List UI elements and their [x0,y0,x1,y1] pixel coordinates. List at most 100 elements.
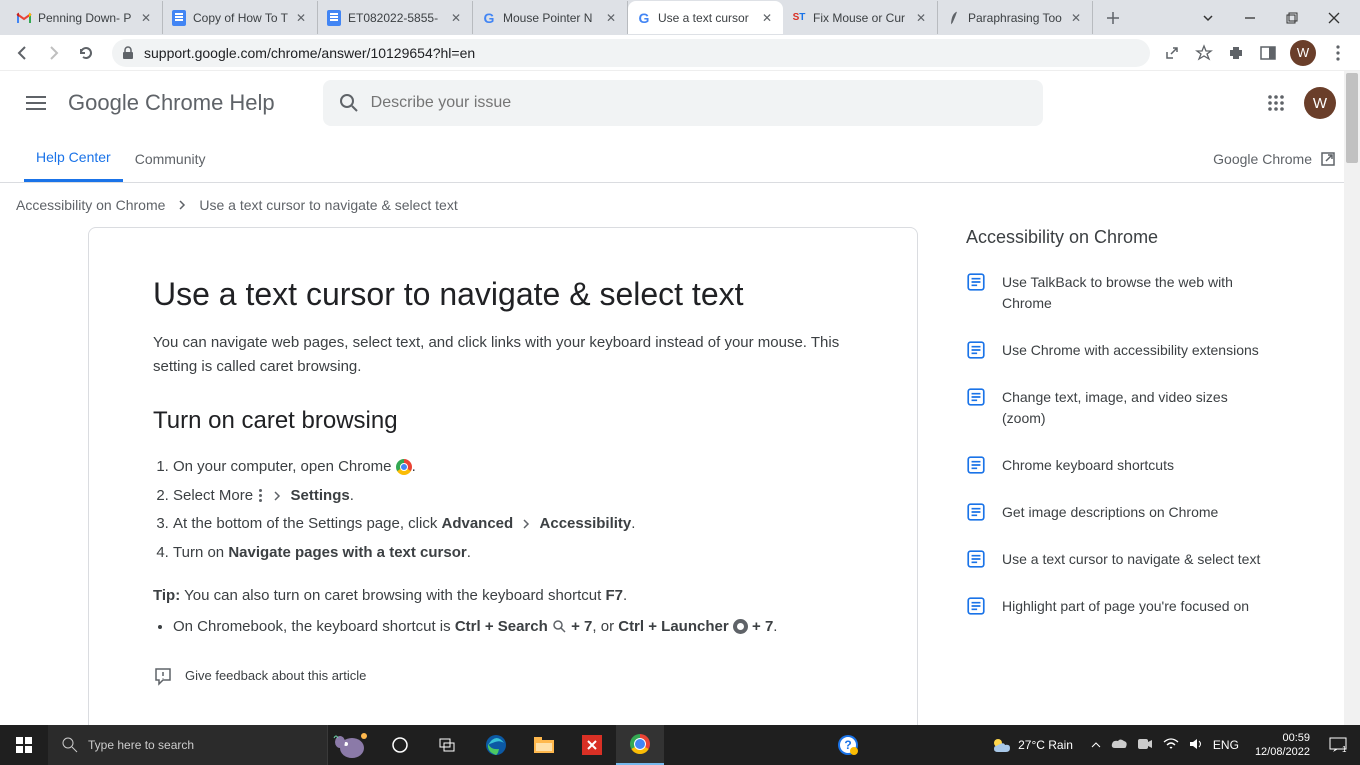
article-intro: You can navigate web pages, select text,… [153,331,853,379]
close-icon[interactable]: ✕ [448,10,464,26]
nav-community[interactable]: Community [123,135,218,182]
tab-strip: Penning Down- P ✕ Copy of How To T ✕ ET0… [0,0,1360,35]
tab-docs-1[interactable]: Copy of How To T ✕ [163,1,318,34]
sidebar-item[interactable]: Chrome keyboard shortcuts [966,455,1266,476]
search-icon [339,93,359,113]
task-view-button[interactable] [424,725,472,765]
browser-toolbar: support.google.com/chrome/answer/1012965… [0,35,1360,71]
notifications-icon[interactable]: 1 [1326,733,1350,757]
close-icon[interactable]: ✕ [293,10,309,26]
avatar-letter: W [1297,45,1309,60]
taskbar-search[interactable]: Type here to search [48,725,328,765]
app-header: Google Chrome Help W [0,71,1360,135]
tab-title: Paraphrasing Too [968,11,1064,25]
tab-google[interactable]: G Mouse Pointer N ✕ [473,1,628,34]
article-icon [966,455,986,475]
search-key-icon [552,619,567,634]
weather-widget[interactable]: 27°C Rain [990,734,1073,756]
close-icon[interactable]: ✕ [1068,10,1084,26]
reload-button[interactable] [72,39,100,67]
step-4: Turn on Navigate pages with a text curso… [173,539,853,568]
docs-icon [326,10,342,26]
explorer-icon[interactable] [520,725,568,765]
tip: Tip: You can also turn on caret browsing… [153,583,853,609]
feedback-link[interactable]: Give feedback about this article [153,666,853,686]
minimize-button[interactable] [1238,6,1262,30]
product-link[interactable]: Google Chrome [1213,151,1336,167]
avatar[interactable]: W [1290,40,1316,66]
tab-support[interactable]: G Use a text cursor ✕ [628,1,783,34]
article-icon [966,596,986,616]
tab-docs-2[interactable]: ET082022-5855- ✕ [318,1,473,34]
bookmark-icon[interactable] [1194,43,1214,63]
st-icon: ST [791,10,807,26]
task-view-icon[interactable] [376,725,424,765]
tab-paraphrase[interactable]: Paraphrasing Too ✕ [938,1,1093,34]
tab-title: Penning Down- P [38,11,134,25]
help-icon[interactable]: ? [824,725,872,765]
app-icon[interactable] [568,725,616,765]
article: Use a text cursor to navigate & select t… [88,227,918,725]
volume-icon[interactable] [1189,738,1203,753]
sidebar-item[interactable]: Highlight part of page you're focused on [966,596,1266,617]
time: 00:59 [1255,731,1310,745]
sidebar-item[interactable]: Use TalkBack to browse the web with Chro… [966,272,1266,314]
article-icon [966,387,986,407]
hamburger-icon[interactable] [24,91,48,115]
google-icon: G [636,10,652,26]
address-bar[interactable]: support.google.com/chrome/answer/1012965… [112,39,1150,67]
tab-st[interactable]: ST Fix Mouse or Cur ✕ [783,1,938,34]
task-illustration[interactable] [328,725,376,765]
docs-icon [171,10,187,26]
maximize-button[interactable] [1280,6,1304,30]
onedrive-icon[interactable] [1111,738,1127,753]
sidebar-item[interactable]: Use a text cursor to navigate & select t… [966,549,1266,570]
close-window-button[interactable] [1322,6,1346,30]
sidebar-item-label: Change text, image, and video sizes (zoo… [1002,387,1266,429]
close-icon[interactable]: ✕ [759,10,775,26]
sidebar-item[interactable]: Change text, image, and video sizes (zoo… [966,387,1266,429]
edge-icon[interactable] [472,725,520,765]
close-icon[interactable]: ✕ [603,10,619,26]
nav-help-center[interactable]: Help Center [24,135,123,182]
back-button[interactable] [8,39,36,67]
search-input[interactable] [371,94,1027,112]
weather-text: 27°C Rain [1018,738,1073,752]
new-tab-button[interactable] [1099,4,1127,32]
extensions-icon[interactable] [1226,43,1246,63]
search-box[interactable] [323,80,1043,126]
forward-button[interactable] [40,39,68,67]
scrollbar[interactable] [1344,71,1360,725]
chevron-down-icon[interactable] [1196,6,1220,30]
sidebar-item[interactable]: Use Chrome with accessibility extensions [966,340,1266,361]
step-3: At the bottom of the Settings page, clic… [173,510,853,539]
breadcrumb-parent[interactable]: Accessibility on Chrome [16,197,165,213]
wifi-icon[interactable] [1163,738,1179,753]
more-icon [259,489,262,502]
close-icon[interactable]: ✕ [138,10,154,26]
avatar[interactable]: W [1304,87,1336,119]
start-button[interactable] [0,725,48,765]
share-icon[interactable] [1162,43,1182,63]
apps-grid-icon[interactable] [1264,91,1288,115]
search-icon [62,737,78,753]
taskbar: Type here to search ? 27°C Rain ENG 00:5… [0,725,1360,765]
clock[interactable]: 00:59 12/08/2022 [1255,731,1310,760]
tab-title: Copy of How To T [193,11,289,25]
tab-title: Use a text cursor [658,11,755,25]
tab-title: ET082022-5855- [348,11,444,25]
sidebar-item[interactable]: Get image descriptions on Chrome [966,502,1266,523]
google-icon: G [481,10,497,26]
menu-icon[interactable] [1328,43,1348,63]
language-indicator[interactable]: ENG [1213,738,1239,752]
tab-gmail[interactable]: Penning Down- P ✕ [8,1,163,34]
sidebar-item-label: Use Chrome with accessibility extensions [1002,340,1259,361]
meet-icon[interactable] [1137,738,1153,753]
sidepanel-icon[interactable] [1258,43,1278,63]
date: 12/08/2022 [1255,745,1310,759]
chrome-taskbar-icon[interactable] [616,725,664,765]
step-2: Select More Settings. [173,482,853,511]
close-icon[interactable]: ✕ [913,10,929,26]
chevron-up-icon[interactable] [1091,738,1101,752]
url-text: support.google.com/chrome/answer/1012965… [144,45,475,61]
